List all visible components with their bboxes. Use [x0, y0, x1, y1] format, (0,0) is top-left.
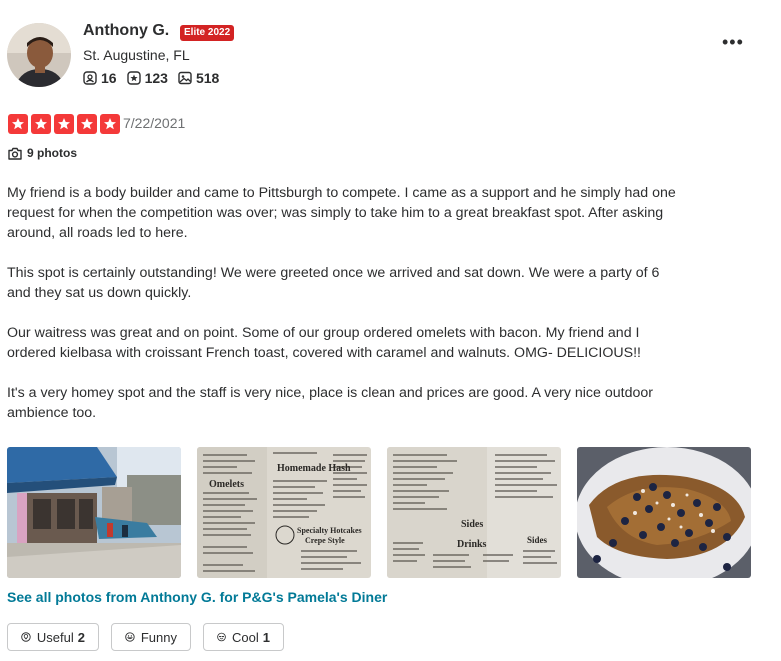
star-icon	[54, 114, 74, 134]
photo-french-toast[interactable]	[577, 447, 751, 578]
menu-heading: Omelets	[209, 479, 244, 490]
useful-button[interactable]: Useful 2	[7, 623, 99, 651]
star-icon	[77, 114, 97, 134]
menu-heading: Specialty Hotcakes	[297, 526, 362, 535]
star-icon	[100, 114, 120, 134]
useful-count: 2	[77, 629, 85, 645]
see-all-photos-link[interactable]: See all photos from Anthony G. for P&G's…	[7, 589, 387, 605]
star-rating	[8, 114, 123, 134]
review-paragraph: Our waitress was great and on point. Som…	[7, 325, 641, 361]
elite-badge: Elite 2022	[180, 25, 235, 41]
review-paragraph: My friend is a body builder and came to …	[7, 185, 676, 241]
friends-icon	[83, 71, 97, 85]
user-name[interactable]: Anthony G.	[83, 22, 169, 40]
review-date: 7/22/2021	[123, 115, 186, 131]
funny-label: Funny	[140, 629, 177, 645]
friends-count: 16	[101, 70, 117, 86]
menu-heading: Crepe Style	[305, 536, 345, 545]
camera-icon	[8, 147, 22, 160]
user-location: St. Augustine, FL	[83, 47, 190, 63]
friends-stat: 16	[83, 70, 117, 86]
menu-heading: Homemade Hash	[277, 463, 351, 474]
review-paragraph: It's a very homey spot and the staff is …	[7, 385, 653, 421]
photos-stat: 518	[178, 70, 219, 86]
photo-restaurant-exterior[interactable]	[7, 447, 181, 578]
cool-label: Cool	[232, 629, 259, 645]
photo-menu-page-1[interactable]: Homemade Hash Omelets Specialty Hotcakes…	[197, 447, 371, 578]
review-paragraph: This spot is certainly outstanding! We w…	[7, 265, 660, 301]
photo-menu-page-2[interactable]: Sides Drinks Sides	[387, 447, 561, 578]
menu-heading: Sides	[461, 519, 483, 530]
photo-icon	[178, 71, 192, 85]
useful-label: Useful	[36, 629, 74, 645]
cool-button[interactable]: Cool 1	[203, 623, 284, 651]
menu-heading: Drinks	[457, 539, 487, 550]
photo-count-label: 9 photos	[27, 146, 77, 160]
funny-button[interactable]: Funny	[111, 623, 191, 651]
reviews-stat: 123	[126, 70, 168, 86]
review-text: My friend is a body builder and came to …	[7, 183, 677, 443]
menu-heading: Sides	[527, 535, 548, 545]
user-stats: 16 123 518	[83, 70, 229, 86]
review-star-icon	[126, 71, 141, 85]
cool-count: 1	[262, 629, 270, 645]
lightbulb-icon	[21, 632, 31, 642]
photos-count: 518	[195, 70, 220, 86]
more-options-icon[interactable]: •••	[722, 32, 744, 53]
avatar[interactable]	[7, 23, 71, 87]
sunglasses-face-icon	[217, 632, 226, 642]
photo-count-link[interactable]: 9 photos	[8, 146, 77, 160]
star-icon	[8, 114, 28, 134]
star-icon	[31, 114, 51, 134]
reviews-count: 123	[144, 70, 168, 86]
smiley-icon	[125, 632, 135, 642]
